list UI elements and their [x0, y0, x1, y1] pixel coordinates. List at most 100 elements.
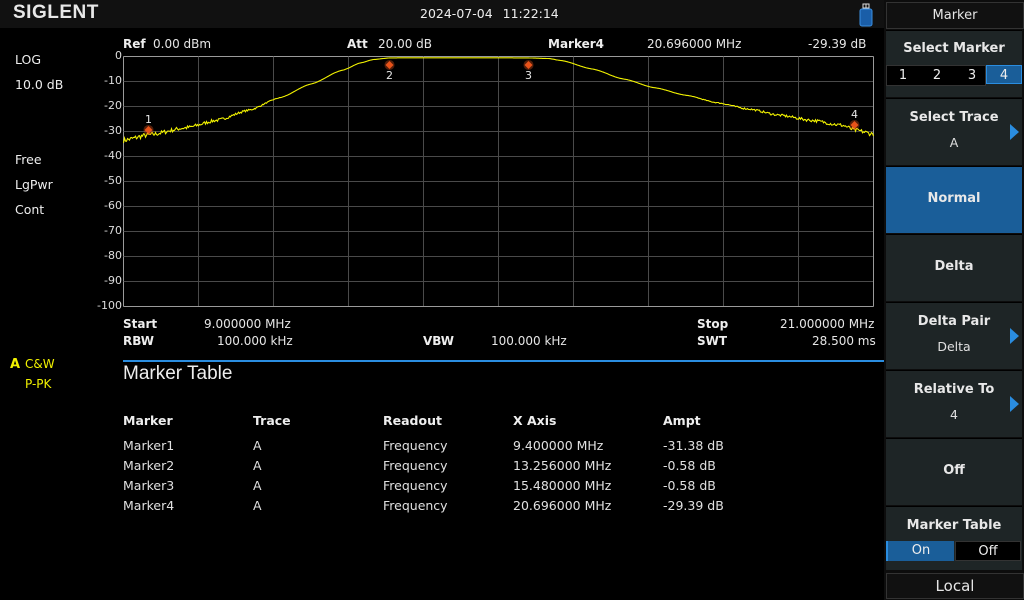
cell-x-axis: 20.696000 MHz	[513, 498, 612, 513]
softkey-value: 4	[950, 407, 958, 422]
softkey-off[interactable]: Off	[886, 438, 1022, 505]
rbw-label: RBW	[123, 334, 154, 348]
trace-mode: C&W	[25, 357, 55, 371]
submenu-arrow-icon	[1010, 396, 1019, 412]
softkey-relative-to[interactable]: Relative To 4	[886, 370, 1022, 437]
y-tick-label: -40	[104, 149, 122, 162]
marker-4: 4	[849, 108, 860, 130]
softkey-normal[interactable]: Normal	[886, 166, 1022, 233]
menu-title: Marker	[886, 2, 1024, 29]
y-tick-label: -50	[104, 174, 122, 187]
cell-ampt: -31.38 dB	[663, 438, 724, 453]
y-tick-label: 0	[115, 49, 122, 62]
softkey-panel: Marker Select Marker 1 2 3 4 Select Trac…	[884, 0, 1024, 600]
column-header-x-axis: X Axis	[513, 413, 557, 428]
y-tick-label: -70	[104, 224, 122, 237]
marker-layer: 1 2 3 4	[143, 59, 860, 135]
softkey-delta[interactable]: Delta	[886, 234, 1022, 301]
marker-3: 3	[523, 59, 534, 82]
cell-x-axis: 15.480000 MHz	[513, 478, 612, 493]
marker-2: 2	[384, 59, 395, 82]
softkey-title: Select Marker	[903, 41, 1005, 56]
vbw-label: VBW	[423, 334, 455, 348]
datetime: 2024-07-04 11:22:14	[420, 6, 559, 21]
scale-type: LOG	[15, 52, 42, 67]
brand-logo: SIGLENT	[13, 2, 99, 23]
cell-x-axis: 9.400000 MHz	[513, 438, 604, 453]
submenu-arrow-icon	[1010, 124, 1019, 140]
graticule	[123, 56, 874, 307]
column-header-ampt: Ampt	[663, 413, 701, 428]
column-header-marker: Marker	[123, 413, 173, 428]
softkey-title: Off	[943, 463, 965, 478]
softkey-title: Normal	[927, 191, 981, 206]
sweep-mode: Cont	[15, 202, 45, 217]
marker-label: 2	[386, 69, 393, 82]
y-tick-label: -80	[104, 249, 122, 262]
softkey-select-trace[interactable]: Select Trace A	[886, 98, 1022, 165]
column-header-trace: Trace	[253, 413, 291, 428]
cell-ampt: -0.58 dB	[663, 478, 716, 493]
softkey-marker-table: Marker Table On Off	[886, 506, 1022, 570]
cell-readout: Frequency	[383, 498, 448, 513]
cell-readout: Frequency	[383, 478, 448, 493]
vbw-value[interactable]: 100.000 kHz	[491, 334, 567, 348]
cell-readout: Frequency	[383, 458, 448, 473]
cell-marker: Marker3	[123, 478, 175, 493]
marker-table-on-toggle[interactable]: On	[886, 541, 954, 561]
marker-option-4[interactable]: 4	[986, 65, 1022, 84]
trace-letter: A	[10, 357, 21, 372]
marker-option-3[interactable]: 3	[961, 66, 983, 85]
y-tick-label: -20	[104, 99, 122, 112]
start-frequency[interactable]: 9.000000 MHz	[204, 317, 291, 331]
ref-label: Ref	[123, 37, 146, 51]
trigger-mode: Free	[15, 152, 42, 167]
softkey-title: Marker Table	[906, 518, 1002, 533]
ref-level[interactable]: 0.00 dBm	[153, 37, 211, 51]
cell-x-axis: 13.256000 MHz	[513, 458, 612, 473]
column-header-readout: Readout	[383, 413, 442, 428]
marker-option-1[interactable]: 1	[892, 66, 914, 85]
submenu-arrow-icon	[1010, 328, 1019, 344]
softkey-delta-pair[interactable]: Delta Pair Delta	[886, 302, 1022, 369]
stop-label: Stop	[697, 317, 729, 331]
cell-marker: Marker2	[123, 458, 175, 473]
trace-detector: P-PK	[25, 377, 52, 391]
active-marker-label: Marker4	[548, 37, 605, 51]
y-tick-label: -100	[97, 299, 122, 312]
spectrum-plot[interactable]: 1 2 3 4	[123, 56, 874, 307]
local-button[interactable]: Local	[886, 573, 1024, 599]
cell-marker: Marker4	[123, 498, 175, 513]
softkey-title: Delta	[934, 259, 974, 274]
cell-trace: A	[253, 478, 262, 493]
marker-table-off-toggle[interactable]: Off	[955, 541, 1021, 561]
y-tick-label: -30	[104, 124, 122, 137]
marker-table-title: Marker Table	[123, 363, 233, 384]
cell-marker: Marker1	[123, 438, 175, 453]
softkey-title: Relative To	[913, 382, 995, 397]
cell-trace: A	[253, 438, 262, 453]
scale-per-div: 10.0 dB	[15, 77, 64, 92]
active-marker-frequency: 20.696000 MHz	[647, 37, 742, 51]
softkey-select-marker: Select Marker 1 2 3 4	[886, 30, 1022, 97]
marker-option-2[interactable]: 2	[926, 66, 948, 85]
attenuation[interactable]: 20.00 dB	[378, 37, 432, 51]
usb-icon	[859, 3, 873, 27]
softkey-value: A	[949, 135, 959, 150]
sweep-time[interactable]: 28.500 ms	[812, 334, 876, 348]
stop-frequency[interactable]: 21.000000 MHz	[780, 317, 874, 331]
marker-1: 1	[143, 113, 154, 135]
start-label: Start	[123, 317, 158, 331]
swt-label: SWT	[697, 334, 728, 348]
marker-label: 4	[851, 108, 858, 121]
marker-label: 3	[525, 69, 532, 82]
y-tick-label: -10	[104, 74, 122, 87]
marker-table-divider	[123, 360, 884, 362]
y-tick-label: -60	[104, 199, 122, 212]
rbw-value[interactable]: 100.000 kHz	[217, 334, 293, 348]
softkey-value: Delta	[937, 339, 971, 354]
cell-readout: Frequency	[383, 438, 448, 453]
cell-trace: A	[253, 458, 262, 473]
cell-ampt: -29.39 dB	[663, 498, 724, 513]
average-type: LgPwr	[15, 177, 53, 192]
